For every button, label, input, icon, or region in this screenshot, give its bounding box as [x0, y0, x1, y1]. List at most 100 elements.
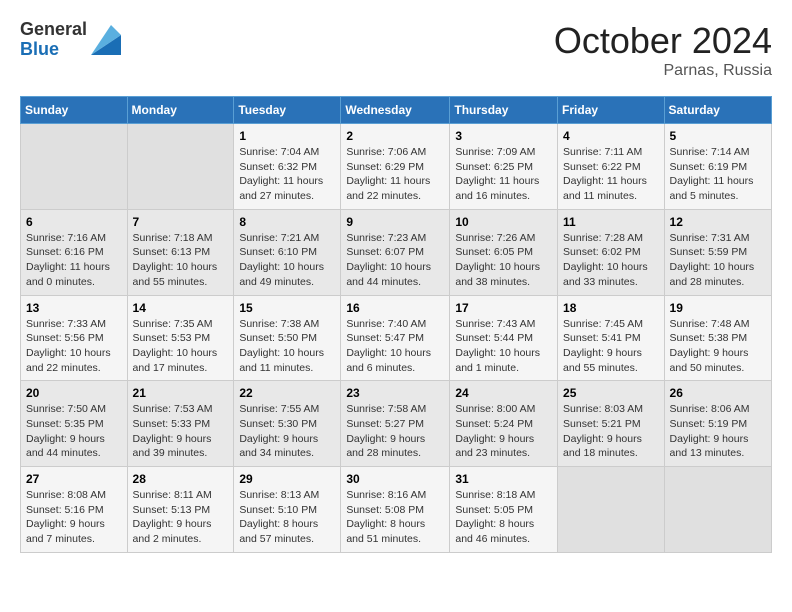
day-number: 11	[563, 215, 659, 229]
calendar-cell: 9 Sunrise: 7:23 AMSunset: 6:07 PMDaylight…	[341, 209, 450, 295]
day-info: Sunrise: 8:16 AMSunset: 5:08 PMDaylight:…	[346, 488, 444, 547]
day-number: 5	[670, 129, 766, 143]
day-info: Sunrise: 8:08 AMSunset: 5:16 PMDaylight:…	[26, 488, 122, 547]
calendar-cell: 10 Sunrise: 7:26 AMSunset: 6:05 PMDayligh…	[450, 209, 558, 295]
day-info: Sunrise: 8:00 AMSunset: 5:24 PMDaylight:…	[455, 402, 552, 461]
day-number: 6	[26, 215, 122, 229]
day-number: 14	[133, 301, 229, 315]
day-info: Sunrise: 7:23 AMSunset: 6:07 PMDaylight:…	[346, 231, 444, 290]
day-info: Sunrise: 7:50 AMSunset: 5:35 PMDaylight:…	[26, 402, 122, 461]
calendar-cell: 18 Sunrise: 7:45 AMSunset: 5:41 PMDayligh…	[558, 295, 665, 381]
day-info: Sunrise: 8:06 AMSunset: 5:19 PMDaylight:…	[670, 402, 766, 461]
day-number: 18	[563, 301, 659, 315]
calendar-cell: 8Sunrise: 7:21 AMSunset: 6:10 PMDaylight…	[234, 209, 341, 295]
calendar-cell: 21Sunrise: 7:53 AMSunset: 5:33 PMDayligh…	[127, 381, 234, 467]
day-info: Sunrise: 7:33 AMSunset: 5:56 PMDaylight:…	[26, 317, 122, 376]
day-info: Sunrise: 7:26 AMSunset: 6:05 PMDaylight:…	[455, 231, 552, 290]
calendar-table: SundayMondayTuesdayWednesdayThursdayFrid…	[20, 96, 772, 553]
calendar-cell: 26 Sunrise: 8:06 AMSunset: 5:19 PMDayligh…	[664, 381, 771, 467]
day-number: 15	[239, 301, 335, 315]
day-number: 1	[239, 129, 335, 143]
day-number: 16	[346, 301, 444, 315]
day-number: 23	[346, 386, 444, 400]
day-info: Sunrise: 8:03 AMSunset: 5:21 PMDaylight:…	[563, 402, 659, 461]
title-block: October 2024 Parnas, Russia	[554, 20, 772, 80]
day-info: Sunrise: 7:11 AMSunset: 6:22 PMDaylight:…	[563, 145, 659, 204]
calendar-cell	[127, 124, 234, 210]
calendar-cell: 15 Sunrise: 7:38 AMSunset: 5:50 PMDayligh…	[234, 295, 341, 381]
day-number: 7	[133, 215, 229, 229]
location-subtitle: Parnas, Russia	[554, 62, 772, 80]
calendar-cell: 31 Sunrise: 8:18 AMSunset: 5:05 PMDayligh…	[450, 467, 558, 553]
day-number: 25	[563, 386, 659, 400]
day-number: 2	[346, 129, 444, 143]
day-number: 4	[563, 129, 659, 143]
calendar-cell: 20 Sunrise: 7:50 AMSunset: 5:35 PMDayligh…	[21, 381, 128, 467]
day-info: Sunrise: 8:11 AMSunset: 5:13 PMDaylight:…	[133, 488, 229, 547]
calendar-cell: 27 Sunrise: 8:08 AMSunset: 5:16 PMDayligh…	[21, 467, 128, 553]
day-number: 12	[670, 215, 766, 229]
day-number: 30	[346, 472, 444, 486]
calendar-cell: 19 Sunrise: 7:48 AMSunset: 5:38 PMDayligh…	[664, 295, 771, 381]
day-info: Sunrise: 7:53 AMSunset: 5:33 PMDaylight:…	[133, 402, 229, 461]
day-number: 27	[26, 472, 122, 486]
day-info: Sunrise: 7:18 AMSunset: 6:13 PMDaylight:…	[133, 231, 229, 290]
day-number: 13	[26, 301, 122, 315]
day-info: Sunrise: 7:48 AMSunset: 5:38 PMDaylight:…	[670, 317, 766, 376]
day-info: Sunrise: 8:18 AMSunset: 5:05 PMDaylight:…	[455, 488, 552, 547]
day-info: Sunrise: 7:38 AMSunset: 5:50 PMDaylight:…	[239, 317, 335, 376]
day-number: 3	[455, 129, 552, 143]
weekday-header-monday: Monday	[127, 97, 234, 124]
day-info: Sunrise: 8:13 AMSunset: 5:10 PMDaylight:…	[239, 488, 335, 547]
day-info: Sunrise: 7:31 AMSunset: 5:59 PMDaylight:…	[670, 231, 766, 290]
day-info: Sunrise: 7:21 AMSunset: 6:10 PMDaylight:…	[239, 231, 335, 290]
calendar-week-row: 20 Sunrise: 7:50 AMSunset: 5:35 PMDayligh…	[21, 381, 772, 467]
logo: General Blue	[20, 20, 121, 60]
calendar-cell: 7 Sunrise: 7:18 AMSunset: 6:13 PMDaylight…	[127, 209, 234, 295]
day-info: Sunrise: 7:04 AMSunset: 6:32 PMDaylight:…	[239, 145, 335, 204]
calendar-cell: 1 Sunrise: 7:04 AMSunset: 6:32 PMDaylight…	[234, 124, 341, 210]
day-number: 20	[26, 386, 122, 400]
calendar-cell: 30 Sunrise: 8:16 AMSunset: 5:08 PMDayligh…	[341, 467, 450, 553]
day-info: Sunrise: 7:14 AMSunset: 6:19 PMDaylight:…	[670, 145, 766, 204]
calendar-cell: 2 Sunrise: 7:06 AMSunset: 6:29 PMDaylight…	[341, 124, 450, 210]
weekday-header-thursday: Thursday	[450, 97, 558, 124]
logo-icon	[91, 25, 121, 55]
day-info: Sunrise: 7:43 AMSunset: 5:44 PMDaylight:…	[455, 317, 552, 376]
day-number: 29	[239, 472, 335, 486]
day-number: 19	[670, 301, 766, 315]
calendar-week-row: 1 Sunrise: 7:04 AMSunset: 6:32 PMDaylight…	[21, 124, 772, 210]
calendar-week-row: 27 Sunrise: 8:08 AMSunset: 5:16 PMDayligh…	[21, 467, 772, 553]
month-title: October 2024	[554, 20, 772, 62]
day-number: 31	[455, 472, 552, 486]
calendar-cell: 29 Sunrise: 8:13 AMSunset: 5:10 PMDayligh…	[234, 467, 341, 553]
day-info: Sunrise: 7:55 AMSunset: 5:30 PMDaylight:…	[239, 402, 335, 461]
calendar-cell: 13 Sunrise: 7:33 AMSunset: 5:56 PMDayligh…	[21, 295, 128, 381]
day-info: Sunrise: 7:35 AMSunset: 5:53 PMDaylight:…	[133, 317, 229, 376]
calendar-cell: 28Sunrise: 8:11 AMSunset: 5:13 PMDayligh…	[127, 467, 234, 553]
day-info: Sunrise: 7:06 AMSunset: 6:29 PMDaylight:…	[346, 145, 444, 204]
day-info: Sunrise: 7:58 AMSunset: 5:27 PMDaylight:…	[346, 402, 444, 461]
calendar-cell: 24Sunrise: 8:00 AMSunset: 5:24 PMDayligh…	[450, 381, 558, 467]
calendar-cell: 25 Sunrise: 8:03 AMSunset: 5:21 PMDayligh…	[558, 381, 665, 467]
calendar-cell: 12 Sunrise: 7:31 AMSunset: 5:59 PMDayligh…	[664, 209, 771, 295]
day-number: 26	[670, 386, 766, 400]
calendar-week-row: 13 Sunrise: 7:33 AMSunset: 5:56 PMDayligh…	[21, 295, 772, 381]
calendar-cell	[664, 467, 771, 553]
day-number: 9	[346, 215, 444, 229]
calendar-cell: 14 Sunrise: 7:35 AMSunset: 5:53 PMDayligh…	[127, 295, 234, 381]
day-info: Sunrise: 7:16 AMSunset: 6:16 PMDaylight:…	[26, 231, 122, 290]
calendar-header-row: SundayMondayTuesdayWednesdayThursdayFrid…	[21, 97, 772, 124]
day-info: Sunrise: 7:40 AMSunset: 5:47 PMDaylight:…	[346, 317, 444, 376]
calendar-cell	[558, 467, 665, 553]
day-number: 10	[455, 215, 552, 229]
weekday-header-tuesday: Tuesday	[234, 97, 341, 124]
calendar-cell: 3Sunrise: 7:09 AMSunset: 6:25 PMDaylight…	[450, 124, 558, 210]
day-info: Sunrise: 7:45 AMSunset: 5:41 PMDaylight:…	[563, 317, 659, 376]
calendar-cell: 6 Sunrise: 7:16 AMSunset: 6:16 PMDaylight…	[21, 209, 128, 295]
calendar-cell: 5 Sunrise: 7:14 AMSunset: 6:19 PMDaylight…	[664, 124, 771, 210]
calendar-cell	[21, 124, 128, 210]
calendar-cell: 4 Sunrise: 7:11 AMSunset: 6:22 PMDaylight…	[558, 124, 665, 210]
logo-general-text: General	[20, 20, 87, 40]
day-info: Sunrise: 7:28 AMSunset: 6:02 PMDaylight:…	[563, 231, 659, 290]
